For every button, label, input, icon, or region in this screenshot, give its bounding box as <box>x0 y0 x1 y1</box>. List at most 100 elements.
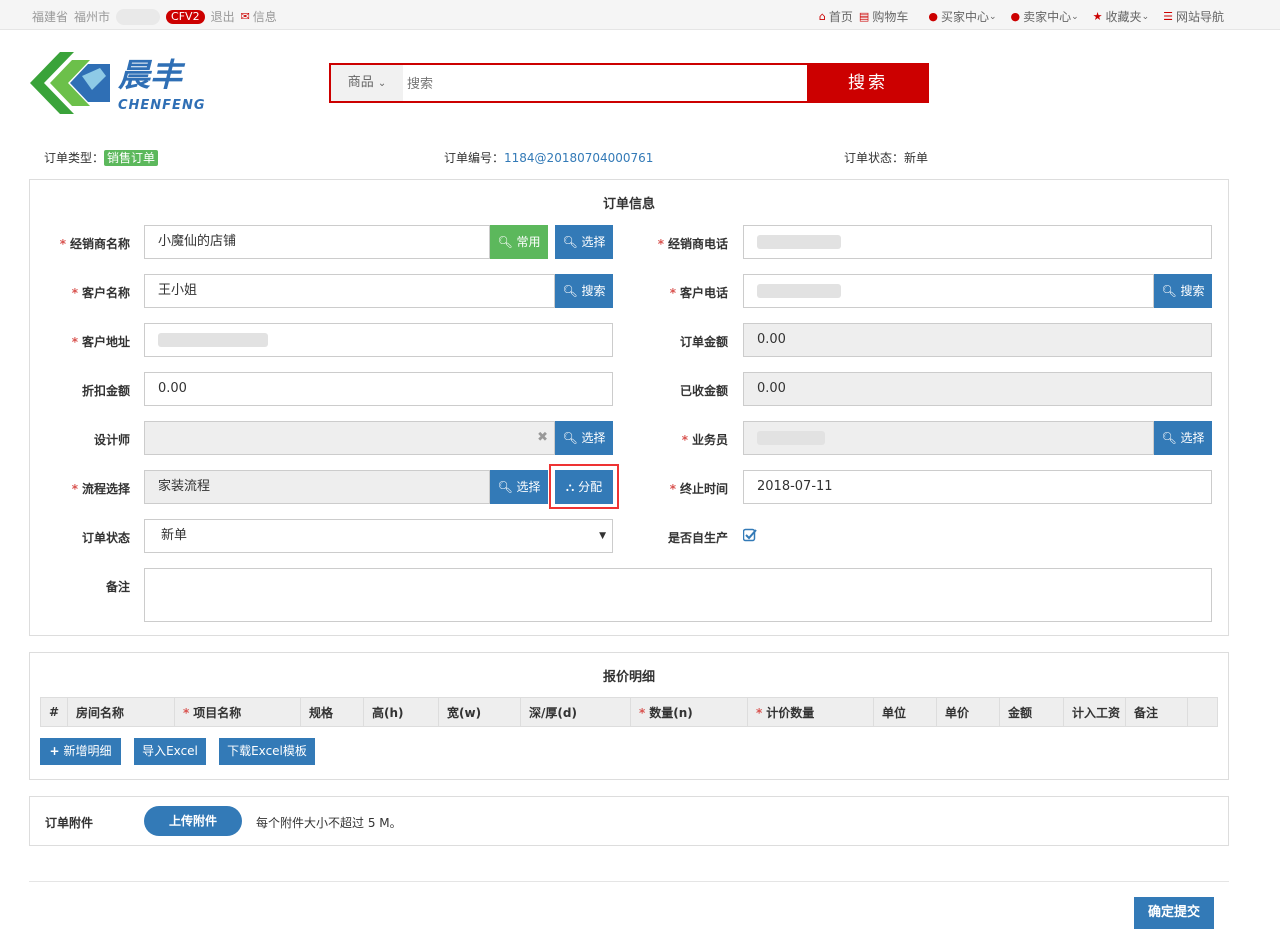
col-actions <box>1187 697 1218 727</box>
col-pricing-qty: * 计价数量 <box>747 697 874 727</box>
col-amount: 金额 <box>999 697 1064 727</box>
end-time-input[interactable]: 2018-07-11 <box>743 470 1212 504</box>
nav-site-map[interactable]: ☰ 网站导航 <box>1163 8 1224 25</box>
search-bar: 商品 ⌄ 搜索 <box>329 63 929 103</box>
logo-en-text: CHENFENG <box>118 98 206 113</box>
attachment-panel: 订单附件 上传附件 每个附件大小不超过 5 M。 <box>29 796 1229 846</box>
search-input[interactable] <box>405 65 805 101</box>
order-status-header-value: 新单 <box>904 151 929 165</box>
submit-button[interactable]: 确定提交 <box>1134 897 1214 929</box>
home-icon: ⌂ <box>818 10 826 23</box>
location-bar: 福建省 福州市 CFV2 退出 ✉ 信息 <box>32 8 283 25</box>
designer-select-button[interactable]: 🔍︎ 选择 <box>555 421 613 455</box>
download-template-button[interactable]: 下载Excel模板 <box>219 738 315 765</box>
user-icon: ● <box>928 10 938 23</box>
salesman-select-label: 选择 <box>1180 431 1205 445</box>
upload-attachment-button[interactable]: 上传附件 <box>144 806 242 836</box>
order-status-value: 新单 <box>161 528 188 543</box>
designer-select-label: 选择 <box>581 431 606 445</box>
logo[interactable]: 晨丰 CHENFENG <box>30 46 220 120</box>
order-status-header: 订单状态：新单 <box>844 149 928 166</box>
search-icon: 🔍︎ <box>497 480 513 494</box>
customer-search-label: 搜索 <box>581 284 606 298</box>
customer-address-input[interactable] <box>144 323 613 357</box>
col-height: 高(h) <box>363 697 439 727</box>
search-icon: 🔍︎ <box>562 431 578 445</box>
star-icon: ★ <box>1092 10 1103 23</box>
plus-icon: + <box>49 744 60 758</box>
designer-label: 设计师 <box>93 433 130 447</box>
version-badge: CFV2 <box>166 9 205 24</box>
redacted-value <box>158 332 268 347</box>
nav-seller-center[interactable]: ● 卖家中心 ⌄ <box>1011 8 1079 25</box>
order-status-select[interactable]: 新单 ▼ <box>144 519 613 553</box>
assign-button[interactable]: ⛬ 分配 <box>555 470 613 504</box>
discount-input[interactable]: 0.00 <box>144 372 613 406</box>
remark-textarea[interactable] <box>144 568 1212 622</box>
envelope-icon: ✉ <box>240 10 250 23</box>
dealer-name-input[interactable]: 小魔仙的店铺 <box>144 225 490 259</box>
customer-search-button[interactable]: 🔍︎ 搜索 <box>555 274 613 308</box>
order-number-label: 订单编号： <box>444 151 505 165</box>
clear-icon[interactable]: ✖ <box>537 422 548 454</box>
chevron-down-icon: ⌄ <box>1071 11 1079 22</box>
dealer-select-label: 选择 <box>581 235 606 249</box>
user-icon: ● <box>1010 10 1021 23</box>
redacted-value <box>757 430 825 445</box>
dealer-common-label: 常用 <box>516 235 541 249</box>
salesman-input[interactable] <box>743 421 1154 455</box>
dealer-common-button[interactable]: 🔍︎ 常用 <box>490 225 548 259</box>
top-bar: 福建省 福州市 CFV2 退出 ✉ 信息 ⌂ 首页 ▤ 购物车 ● 买家中心 ⌄ ● 卖家… <box>0 0 1280 30</box>
attachment-label: 订单附件 <box>45 816 94 830</box>
process-select-button[interactable]: 🔍︎ 选择 <box>490 470 548 504</box>
end-time-label: * 终止时间 <box>669 482 728 496</box>
logout-link[interactable]: 退出 <box>211 8 235 25</box>
city[interactable]: 福州市 <box>74 8 110 25</box>
redacted-value <box>757 234 841 249</box>
process-select-label: 选择 <box>516 480 541 494</box>
dealer-name-label: * 经销商名称 <box>59 237 130 251</box>
salesman-select-button[interactable]: 🔍︎ 选择 <box>1154 421 1212 455</box>
message-link[interactable]: 信息 <box>253 8 277 25</box>
quote-title: 报价明细 <box>602 670 655 685</box>
dealer-select-button[interactable]: 🔍︎ 选择 <box>555 225 613 259</box>
process-input[interactable]: 家装流程 <box>144 470 490 504</box>
nav-favorites[interactable]: ★ 收藏夹 ⌄ <box>1093 8 1149 25</box>
col-spec: 规格 <box>300 697 364 727</box>
col-depth: 深/厚(d) <box>520 697 631 727</box>
nav-cart[interactable]: ▤ 购物车 <box>859 8 908 25</box>
search-icon: 🔍︎ <box>562 284 578 298</box>
nav-buyer-center[interactable]: ● 买家中心 ⌄ <box>928 8 996 25</box>
search-category-select[interactable]: 商品 ⌄ <box>331 65 403 101</box>
nav-home[interactable]: ⌂ 首页 <box>819 8 853 25</box>
nav-cart-label: 购物车 <box>872 10 909 24</box>
customer-phone-search-label: 搜索 <box>1180 284 1205 298</box>
col-item: * 项目名称 <box>174 697 301 727</box>
order-type: 订单类型： 销售订单 <box>44 149 159 166</box>
order-type-label: 订单类型： <box>44 151 105 165</box>
salesman-label: * 业务员 <box>681 433 728 447</box>
add-detail-button[interactable]: + 新增明细 <box>40 738 121 765</box>
nav-seller-label: 卖家中心 <box>1023 10 1072 24</box>
designer-input[interactable]: ✖ <box>144 421 555 455</box>
received-amount-input: 0.00 <box>743 372 1212 406</box>
chevron-down-icon: ⌄ <box>1141 11 1150 22</box>
quote-header-row: # 房间名称 * 项目名称 规格 高(h) 宽(w) 深/厚(d) * 数量(n) … <box>40 697 1218 727</box>
customer-name-input[interactable]: 王小姐 <box>144 274 555 308</box>
customer-phone-search-button[interactable]: 🔍︎ 搜索 <box>1154 274 1212 308</box>
nav-buyer-label: 买家中心 <box>940 10 989 24</box>
col-index: # <box>40 697 68 727</box>
col-room: 房间名称 <box>67 697 175 727</box>
customer-address-label: * 客户地址 <box>71 335 130 349</box>
import-excel-button[interactable]: 导入Excel <box>134 738 206 765</box>
assign-label: 分配 <box>578 480 603 494</box>
order-info-panel: 订单信息 * 经销商名称 小魔仙的店铺 🔍︎ 常用 🔍︎ 选择 * 经销商电话 * 客… <box>29 179 1229 636</box>
dealer-phone-input[interactable] <box>743 225 1212 259</box>
col-remark: 备注 <box>1125 697 1188 727</box>
customer-phone-input[interactable] <box>743 274 1154 308</box>
province[interactable]: 福建省 <box>32 8 68 25</box>
search-button[interactable]: 搜索 <box>807 63 929 103</box>
self-produce-checkbox[interactable] <box>743 528 757 542</box>
search-icon: 🔍︎ <box>562 235 578 249</box>
add-detail-label: 新增明细 <box>63 744 112 758</box>
